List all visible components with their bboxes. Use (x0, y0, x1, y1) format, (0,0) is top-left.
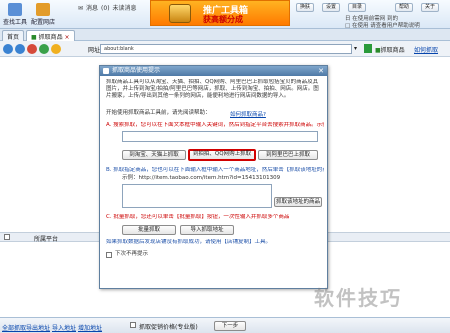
promo-price-checkbox[interactable] (130, 322, 136, 328)
tab-grab-label: 抓取商品 (38, 34, 63, 41)
tab-home[interactable]: 首页 (2, 30, 25, 41)
banner-line2: 获高额分成 (203, 15, 243, 24)
grab-paipai-button[interactable]: 到拍拍、QQ网购上抓取 (188, 149, 256, 161)
message-count: (0) (101, 5, 110, 12)
grab-taobao-button[interactable]: 到淘宝、天猫上抓取 (122, 150, 186, 160)
dialog-titlebar: 抓取商品使用提示 ✕ (100, 66, 327, 76)
promo-price-label: 抓取促销价格(专业版) (139, 324, 198, 331)
address-input[interactable]: about:blank (100, 44, 352, 54)
grab-alibaba-button[interactable]: 到阿里巴巴上抓取 (258, 150, 318, 160)
treasure-chest-icon (169, 4, 191, 23)
tab-close-icon[interactable]: × (65, 34, 70, 41)
import-address-link[interactable]: 导入地址 (52, 323, 76, 332)
promo-banner[interactable]: 推广工具箱 获高额分成 (150, 0, 290, 26)
address-dropdown-icon[interactable]: ▾ (354, 45, 357, 52)
config-site-label: 配置网店 (30, 19, 55, 26)
grab-url-product-button[interactable]: 抓取该地址的商品 (274, 197, 322, 207)
section-c-title: C. 批量抓取，您还可以单击【批量抓取】按钮，一次性输入并抓取多个商品 (106, 214, 290, 220)
menu-settings[interactable]: 设置 (322, 3, 341, 12)
menu-about[interactable]: 关于 (421, 3, 440, 12)
dialog-title: 抓取商品使用提示 (112, 67, 161, 74)
dialog-prompt: 开始使用抓取商品工具前，请先阅读帮助： (106, 110, 211, 116)
keyword-input[interactable] (122, 131, 318, 142)
message-area[interactable]: ✉ 消息 (0) 未读消息 (78, 3, 140, 12)
grab-product-label: 抓取商品 (380, 47, 405, 54)
import-grab-address-button[interactable]: 导入抓取地址 (180, 225, 234, 235)
no-more-label: 下次不再提示 (115, 251, 149, 257)
menu-help[interactable]: 帮助 (395, 3, 414, 12)
unread-label: 未读消息 (112, 5, 137, 12)
next-step-button[interactable]: 下一步 (214, 321, 246, 331)
no-more-checkbox[interactable] (106, 252, 112, 258)
magnifier-icon (8, 3, 22, 16)
grab-icon: ■ (31, 34, 37, 41)
back-icon[interactable] (3, 44, 13, 54)
dialog-app-icon (103, 68, 109, 74)
home-icon[interactable] (51, 44, 61, 54)
dialog-close-icon[interactable]: ✕ (318, 67, 324, 75)
select-all-checkbox[interactable] (4, 234, 10, 240)
section-a-title: A. 搜索抓取，您可以在下面文本框中输入关键词，然后到指定平台去搜索并抓取商品。… (106, 122, 324, 128)
menu-catalog[interactable]: 目录 (348, 3, 367, 12)
find-tools-label: 查找工具 (2, 19, 27, 26)
shop-icon (36, 3, 50, 16)
address-bar: 网址 about:blank ▾ ■抓取商品 如何抓取 (0, 41, 450, 57)
forward-icon[interactable] (15, 44, 25, 54)
dialog-intro: 抓取商品工具可以从淘宝、天猫、拍拍、QQ网购、阿里巴巴上抓取包括宝贝的商品及其图… (106, 79, 319, 99)
batch-grab-button[interactable]: 批量抓取 (122, 225, 176, 235)
mail-icon: ✉ (78, 5, 84, 12)
grab-product-button[interactable]: ■抓取商品 (375, 45, 405, 54)
tab-bar: 首页 ■ 抓取商品 × (0, 29, 450, 41)
section-b-title: B. 抓取指定商品，您也可以在下面输入框中输入一个商品地址，然后单击【抓取该地址… (106, 167, 324, 173)
message-label: 消息 (86, 5, 99, 12)
top-toolbar: 查找工具 配置网店 ✉ 消息 (0) 未读消息 推广工具箱 获高额分成 换肤 设置 目… (0, 0, 450, 29)
refresh-icon[interactable] (39, 44, 49, 54)
dialog-footer-text: 如果抓取数据后发现店铺没有抓取成功，请使用【店铺复制】工具。 (106, 239, 272, 245)
grab-all-link[interactable]: 全部抓取 (2, 323, 26, 332)
product-url-input[interactable] (122, 184, 272, 208)
stop-icon[interactable] (27, 44, 37, 54)
watermark-text: 软件技巧 (314, 286, 402, 310)
menu-skin[interactable]: 换肤 (296, 3, 315, 12)
find-tools-button[interactable]: 查找工具 (2, 3, 28, 26)
address-label: 网址 (88, 47, 101, 54)
how-to-grab-link[interactable]: 如何抓取 (414, 45, 438, 54)
section-b-example: 示例：http://item.taobao.com/item.htm?id=15… (122, 175, 281, 181)
tab-grab-products[interactable]: ■ 抓取商品 × (26, 30, 75, 41)
add-address-link[interactable]: 增加地址 (78, 323, 102, 332)
how-to-grab-products-link[interactable]: 如何抓取商品? (230, 110, 266, 118)
export-address-link[interactable]: 导出地址 (26, 323, 50, 332)
go-icon[interactable] (364, 44, 372, 53)
config-site-button[interactable]: 配置网店 (30, 3, 56, 26)
grab-tips-dialog: 抓取商品使用提示 ✕ 抓取商品工具可以从淘宝、天猫、拍拍、QQ网购、阿里巴巴上抓… (99, 65, 328, 289)
top-hint-2: □ 在使用 请查看用户帮助说明 (345, 23, 420, 29)
bottom-bar: 全部抓取 导出地址 导入地址 增加地址 抓取促销价格(专业版) 下一步 (0, 317, 450, 333)
